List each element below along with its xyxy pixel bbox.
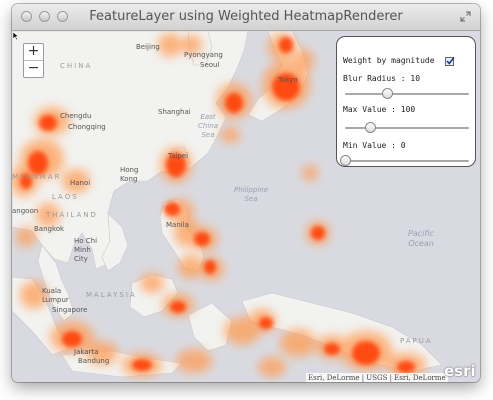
map-label-shanghai: Shanghai (158, 108, 191, 116)
map-label-singapore: Singapore (52, 306, 88, 314)
map-attribution: Esri, DeLorme | USGS | Esri, DeLorme (306, 373, 448, 382)
map-label-ho-chi-minh: Ho Chi Minh City (74, 237, 98, 263)
map-label-beijing: Beijing (136, 43, 160, 51)
map-label-east-china-sea: East China Sea (198, 113, 218, 139)
app-window: FeatureLayer using Weighted HeatmapRende… (12, 4, 480, 382)
map-label-china: CHINA (60, 62, 93, 70)
zoom-control: + − (23, 43, 44, 78)
blur-radius-slider[interactable] (345, 88, 469, 99)
map-label-malaysia: MALAYSIA (86, 291, 137, 299)
map-label-bangkok: Bangkok (34, 225, 65, 233)
blur-radius-label: Blur Radius : 10 (343, 74, 421, 83)
map-label-laos: LAOS (52, 193, 79, 201)
fullscreen-icon[interactable] (460, 11, 471, 22)
map-label-thailand: THAILAND (46, 211, 98, 219)
min-value-label: Min Value : 0 (343, 141, 406, 150)
zoom-in-button[interactable]: + (24, 44, 43, 60)
min-value-slider-thumb[interactable] (340, 155, 351, 166)
mouse-cursor-icon (12, 31, 20, 41)
max-value-slider-thumb[interactable] (364, 122, 376, 133)
blur-radius-slider-thumb[interactable] (382, 88, 394, 99)
map-label-taipei: Taipei (168, 152, 189, 160)
map-label-bandung: Bandung (78, 357, 110, 365)
map-label-papua: PAPUA (400, 337, 433, 345)
map-label-pacific-ocean: Pacific Ocean (408, 229, 434, 248)
map-label-manila: Manila (166, 221, 189, 229)
checkmark-icon (446, 57, 455, 65)
map-label-hong-kong: Hong Kong (120, 166, 139, 183)
map-label-hanoi: Hanoi (70, 179, 91, 187)
map-label-rangoon: angoon (12, 207, 39, 215)
zoom-out-button[interactable]: − (24, 60, 43, 77)
max-value-slider[interactable] (345, 122, 469, 133)
map-label-jakarta: Jakarta (74, 348, 99, 356)
title-bar: FeatureLayer using Weighted HeatmapRende… (12, 4, 480, 31)
map-label-philippine-sea: Philippine Sea (234, 186, 269, 203)
map-label-seoul: Seoul (200, 61, 220, 69)
max-value-label: Max Value : 100 (343, 105, 416, 114)
weight-by-magnitude-label: Weight by magnitude (343, 56, 435, 65)
map-label-tokyo: Tokyo (278, 76, 298, 84)
map-label-pyongyang: Pyongyang (184, 51, 223, 59)
map-label-chengdu: Chengdu (60, 112, 92, 120)
map-label-kuala-lumpur: Kuala Lumpur (42, 287, 69, 304)
esri-logo: esri (444, 362, 476, 380)
window-title: FeatureLayer using Weighted HeatmapRende… (89, 9, 403, 24)
heatmap-options-panel: Weight by magnitude Blur Radius : 10 Max… (336, 36, 476, 167)
map-view[interactable]: CHINA Beijing Pyongyang Seoul Tokyo Chen… (12, 31, 480, 382)
map-label-myanmar: MYANMAR (12, 173, 62, 181)
min-value-slider[interactable] (340, 155, 469, 166)
map-label-chongqing: Chongqing (68, 123, 106, 131)
weight-by-magnitude-checkbox[interactable] (445, 57, 455, 66)
